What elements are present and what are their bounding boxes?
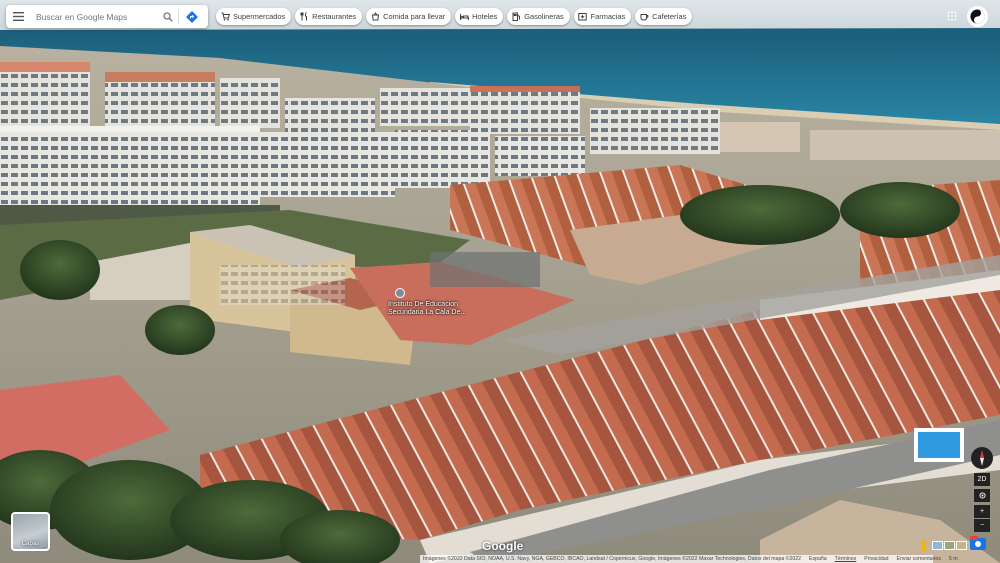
compass-button[interactable] <box>971 447 993 469</box>
my-location-icon <box>978 492 986 499</box>
bed-icon <box>459 12 469 22</box>
directions-icon <box>186 10 198 23</box>
chip-cafeterias[interactable]: Cafeterías <box>635 8 693 25</box>
coffee-icon <box>639 12 649 22</box>
search-icon <box>163 11 173 22</box>
account-button[interactable] <box>967 6 988 27</box>
attribution-credits: Imágenes ©2022 Data SIO, NOAA, U.S. Navy… <box>423 556 802 562</box>
cart-icon <box>220 12 230 22</box>
search-input[interactable] <box>30 11 158 22</box>
chip-label: Cafeterías <box>652 12 687 21</box>
directions-button[interactable] <box>179 5 205 28</box>
place-label-line2: Secundaria La Cala De... <box>388 309 467 316</box>
privacy-link[interactable]: Privacidad <box>864 556 888 562</box>
country-link[interactable]: España <box>809 556 827 562</box>
place-label[interactable]: Instituto De Educacion Secundaria La Cal… <box>388 301 478 317</box>
apps-button[interactable] <box>944 8 960 24</box>
layers-button[interactable]: Capas <box>11 512 50 551</box>
zoom-out-button[interactable]: − <box>974 519 990 532</box>
chip-comida-para-llevar[interactable]: Comida para llevar <box>366 8 452 25</box>
account-avatar-icon <box>970 9 985 24</box>
takeout-icon <box>370 12 380 22</box>
zoom-in-button[interactable]: + <box>974 505 990 518</box>
chip-label: Comida para llevar <box>383 12 446 21</box>
tilt-2d-button[interactable]: 2D <box>974 473 990 486</box>
compass-icon <box>980 450 984 466</box>
apps-grid-icon <box>947 11 957 21</box>
chip-label: Hoteles <box>472 12 498 21</box>
chip-label: Supermercados <box>233 12 286 21</box>
imagery-thumb-3[interactable] <box>956 541 967 550</box>
attribution-bar: Imágenes ©2022 Data SIO, NOAA, U.S. Navy… <box>420 555 958 563</box>
imagery-thumb-2[interactable] <box>944 541 955 550</box>
cutlery-icon <box>299 12 309 22</box>
search-button[interactable] <box>158 5 178 28</box>
feedback-photo-icon[interactable] <box>968 534 988 554</box>
gas-pump-icon <box>511 12 521 22</box>
chip-restaurantes[interactable]: Restaurantes <box>295 8 363 25</box>
category-chips: Supermercados Restaurantes Comida para l… <box>216 8 693 25</box>
chip-hoteles[interactable]: Hoteles <box>455 8 504 25</box>
satellite-3d-imagery[interactable] <box>0 0 1000 563</box>
chip-label: Farmacias <box>590 12 626 21</box>
chip-gasolineras[interactable]: Gasolineras <box>507 8 570 25</box>
google-logo: Google <box>482 539 524 553</box>
imagery-thumb-1[interactable] <box>932 541 943 550</box>
send-feedback-link[interactable]: Enviar comentarios <box>897 556 941 562</box>
menu-button[interactable] <box>6 5 30 28</box>
pegman-icon[interactable] <box>919 540 928 552</box>
menu-icon <box>12 12 24 21</box>
imagery-thumbnails <box>932 541 967 550</box>
chip-farmacias[interactable]: Farmacias <box>573 8 632 25</box>
chip-label: Gasolineras <box>524 12 564 21</box>
scale-label: 5 m <box>948 556 958 562</box>
search-box <box>6 5 208 28</box>
pharmacy-icon <box>578 12 588 22</box>
place-label-line1: Instituto De Educacion <box>388 301 459 308</box>
chip-supermercados[interactable]: Supermercados <box>216 8 292 25</box>
terms-link[interactable]: Términos <box>835 556 857 562</box>
chip-label: Restaurantes <box>312 12 357 21</box>
place-pin-icon[interactable] <box>395 288 405 298</box>
layers-label: Capas <box>21 541 40 547</box>
location-button[interactable] <box>974 489 990 502</box>
